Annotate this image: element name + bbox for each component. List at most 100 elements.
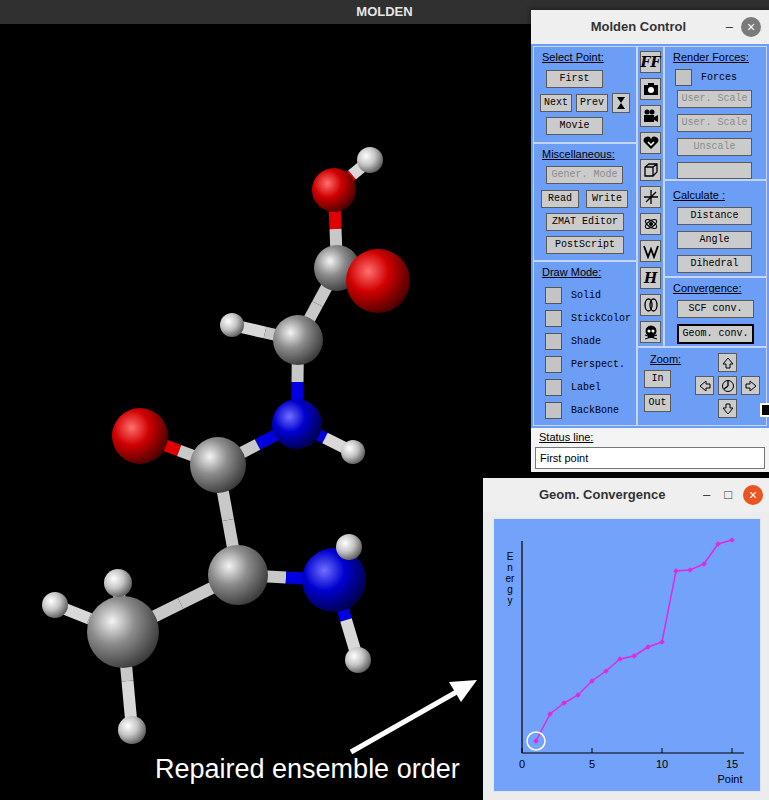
control-button[interactable]: Dihedral xyxy=(677,255,752,273)
tool-button[interactable] xyxy=(640,294,661,316)
pan-up-button[interactable] xyxy=(718,353,737,372)
x-tick: 15 xyxy=(726,748,738,770)
arrow-icon xyxy=(345,672,485,762)
atom[interactable] xyxy=(104,569,132,597)
draw-mode-checkbox[interactable] xyxy=(545,402,562,419)
control-button[interactable]: ZMAT Editor xyxy=(546,213,624,231)
tool-button[interactable]: H xyxy=(640,267,661,289)
minimize-button[interactable]: – xyxy=(718,17,741,37)
select-point-section: Select Point:FirstNextPrevMovie xyxy=(533,46,637,143)
energy-point[interactable] xyxy=(547,711,553,717)
control-button[interactable]: Movie xyxy=(546,117,603,135)
energy-point[interactable] xyxy=(701,561,707,567)
x-tick: 5 xyxy=(589,748,595,770)
pan-left-button[interactable] xyxy=(695,376,714,395)
control-button[interactable]: Angle xyxy=(677,231,752,249)
atom[interactable] xyxy=(112,408,168,464)
draw-mode-checkbox[interactable] xyxy=(545,356,562,373)
reset-view-button[interactable] xyxy=(718,376,737,395)
energy-point[interactable] xyxy=(603,668,609,674)
energy-point[interactable] xyxy=(575,692,581,698)
section-label: Render Forces: xyxy=(665,50,766,64)
atom[interactable] xyxy=(208,545,268,605)
camera-icon xyxy=(643,82,659,96)
svg-text:5: 5 xyxy=(589,758,595,770)
svg-text:10: 10 xyxy=(656,758,668,770)
atom[interactable] xyxy=(346,249,410,313)
tool-button[interactable] xyxy=(640,321,661,343)
forces-checkbox[interactable] xyxy=(675,69,692,86)
tool-button[interactable] xyxy=(640,105,661,127)
tool-button[interactable] xyxy=(640,186,661,208)
draw-mode-option[interactable]: Solid xyxy=(534,284,636,307)
control-button[interactable]: User. Scale xyxy=(677,114,752,132)
tool-button[interactable]: FF xyxy=(640,51,661,73)
atom[interactable] xyxy=(190,437,246,493)
energy-point[interactable] xyxy=(631,653,637,659)
title-bar[interactable]: Molden Control–× xyxy=(531,10,769,44)
draw-mode-checkbox[interactable] xyxy=(545,310,562,327)
energy-point[interactable] xyxy=(729,537,735,543)
pan-right-button[interactable] xyxy=(741,376,760,395)
draw-mode-option[interactable]: BackBone xyxy=(534,399,636,422)
draw-mode-checkbox[interactable] xyxy=(545,379,562,396)
energy-point[interactable] xyxy=(617,656,623,662)
control-button[interactable]: First xyxy=(546,70,603,88)
chart-area: 051015PointEnergy xyxy=(493,518,761,792)
close-button[interactable]: × xyxy=(741,17,761,37)
control-button[interactable] xyxy=(677,162,752,179)
draw-mode-checkbox[interactable] xyxy=(545,287,562,304)
maximize-button[interactable]: □ xyxy=(717,485,739,505)
control-button[interactable]: Out xyxy=(644,394,671,412)
minimize-button[interactable]: – xyxy=(696,485,717,505)
control-button[interactable]: Distance xyxy=(677,207,752,225)
control-button[interactable]: Prev xyxy=(576,94,608,112)
atom[interactable] xyxy=(357,147,383,173)
close-button[interactable]: × xyxy=(743,485,763,505)
draw-mode-option[interactable]: Shade xyxy=(534,330,636,353)
control-button[interactable]: PostScript xyxy=(546,236,624,254)
atom[interactable] xyxy=(345,647,371,673)
energy-point[interactable] xyxy=(561,700,567,706)
energy-point[interactable] xyxy=(673,568,679,574)
zoom-toggle[interactable] xyxy=(760,403,769,417)
control-button[interactable]: In xyxy=(644,370,671,388)
tool-button[interactable] xyxy=(640,132,661,154)
pan-down-button[interactable] xyxy=(718,399,737,418)
atom[interactable] xyxy=(42,592,68,618)
atom[interactable] xyxy=(341,440,365,464)
energy-point[interactable] xyxy=(715,541,721,547)
energy-point[interactable] xyxy=(645,644,651,650)
energy-point[interactable] xyxy=(533,738,539,744)
atom[interactable] xyxy=(272,399,322,449)
tool-button[interactable] xyxy=(640,78,661,100)
draw-mode-option[interactable]: Perspect. xyxy=(534,353,636,376)
control-button[interactable]: Gener. Mode xyxy=(546,166,623,184)
energy-point[interactable] xyxy=(589,678,595,684)
control-button[interactable]: Write xyxy=(586,190,628,208)
energy-point[interactable] xyxy=(659,639,665,645)
control-button[interactable]: Read xyxy=(541,190,579,208)
draw-mode-option[interactable]: Label xyxy=(534,376,636,399)
control-button[interactable]: Unscale xyxy=(677,138,752,156)
title-bar[interactable]: Geom. Convergence–□× xyxy=(483,478,769,512)
atom[interactable] xyxy=(118,716,146,744)
energy-point[interactable] xyxy=(687,567,693,573)
control-button[interactable]: User. Scale xyxy=(677,90,752,108)
atom[interactable] xyxy=(312,168,356,212)
control-body: Select Point:FirstNextPrevMovieMiscellan… xyxy=(531,44,769,428)
tool-button[interactable] xyxy=(640,159,661,181)
forces-option[interactable]: Forces xyxy=(665,69,766,86)
atom[interactable] xyxy=(87,596,159,668)
control-button[interactable]: SCF conv. xyxy=(677,300,754,318)
tool-button[interactable] xyxy=(640,213,661,235)
atom[interactable] xyxy=(273,315,323,365)
tool-button[interactable] xyxy=(640,240,661,262)
control-button[interactable]: Next xyxy=(540,94,572,112)
atom[interactable] xyxy=(220,313,244,337)
draw-mode-checkbox[interactable] xyxy=(545,333,562,350)
draw-mode-option[interactable]: StickColor xyxy=(534,307,636,330)
control-button[interactable]: Geom. conv. xyxy=(677,324,754,344)
atom[interactable] xyxy=(336,534,362,560)
timer-button[interactable] xyxy=(612,93,630,113)
